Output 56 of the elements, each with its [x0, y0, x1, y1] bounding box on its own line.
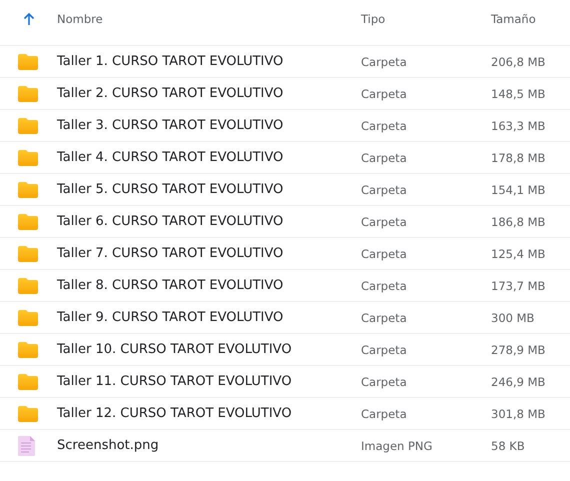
folder-icon	[18, 150, 38, 166]
folder-icon	[18, 374, 38, 390]
file-name[interactable]: Taller 9. CURSO TAROT EVOLUTIVO	[57, 310, 361, 325]
table-cell: 58 KB	[491, 438, 525, 452]
table-cell-text: Carpeta	[361, 310, 408, 324]
folder-icon	[18, 118, 38, 134]
table-cell-text: Carpeta	[361, 214, 408, 228]
folder-icon	[18, 214, 38, 230]
file-name[interactable]: Taller 5. CURSO TAROT EVOLUTIVO	[57, 182, 361, 197]
folder-icon	[18, 246, 38, 262]
file-name[interactable]: Screenshot.png	[57, 438, 361, 453]
column-header[interactable]: Tipo	[361, 12, 491, 26]
table-cell-text: Carpeta	[361, 342, 408, 356]
table-cell-text: Carpeta	[361, 374, 408, 388]
folder-icon	[18, 86, 38, 102]
table-cell-text: Carpeta	[361, 54, 408, 68]
folder-icon	[18, 310, 38, 326]
table-cell: 206,8 MB	[491, 54, 546, 68]
column-header[interactable]: Tamaño	[491, 12, 536, 26]
file-name[interactable]: Taller 12. CURSO TAROT EVOLUTIVO	[57, 406, 361, 421]
table-cell-text: Carpeta	[361, 86, 408, 100]
folder-icon	[18, 406, 38, 422]
table-cell-text: Carpeta	[361, 118, 408, 132]
table-cell-text: Carpeta	[361, 182, 408, 196]
table-cell: 178,8 MB	[491, 150, 546, 164]
file-name[interactable]: Taller 1. CURSO TAROT EVOLUTIVO	[57, 54, 361, 69]
table-cell-text: Carpeta	[361, 278, 408, 292]
file-name[interactable]: Taller 2. CURSO TAROT EVOLUTIVO	[57, 86, 361, 101]
folder-icon	[18, 342, 38, 358]
folder-icon	[18, 182, 38, 198]
table-cell: 163,3 MB	[491, 118, 546, 132]
file-name[interactable]: Taller 6. CURSO TAROT EVOLUTIVO	[57, 214, 361, 229]
file-name[interactable]: Taller 8. CURSO TAROT EVOLUTIVO	[57, 278, 361, 293]
table-cell: 186,8 MB	[491, 214, 546, 228]
file-name[interactable]: Taller 11. CURSO TAROT EVOLUTIVO	[57, 374, 361, 389]
file-name[interactable]: Taller 4. CURSO TAROT EVOLUTIVO	[57, 150, 361, 165]
column-header[interactable]: Nombre	[57, 12, 361, 26]
image-file-icon	[18, 436, 35, 456]
table-cell: 148,5 MB	[491, 86, 546, 100]
file-name[interactable]: Taller 10. CURSO TAROT EVOLUTIVO	[57, 342, 361, 357]
table-cell: 301,8 MB	[491, 406, 546, 420]
table-cell: 300 MB	[491, 310, 534, 324]
table-cell: 173,7 MB	[491, 278, 546, 292]
folder-icon	[18, 278, 38, 294]
table-cell-text: Carpeta	[361, 406, 408, 420]
table-cell-text: Imagen PNG	[361, 438, 434, 452]
folder-icon	[18, 54, 38, 70]
table-cell-text: Carpeta	[361, 246, 408, 260]
table-cell: 246,9 MB	[491, 374, 546, 388]
table-cell: 278,9 MB	[491, 342, 546, 356]
file-name[interactable]: Taller 7. CURSO TAROT EVOLUTIVO	[57, 246, 361, 261]
table-cell: 125,4 MB	[491, 246, 546, 260]
table-cell-text: Carpeta	[361, 150, 408, 164]
table-cell: 154,1 MB	[491, 182, 546, 196]
sort-arrow-icon[interactable]	[23, 12, 35, 26]
file-name[interactable]: Taller 3. CURSO TAROT EVOLUTIVO	[57, 118, 361, 133]
